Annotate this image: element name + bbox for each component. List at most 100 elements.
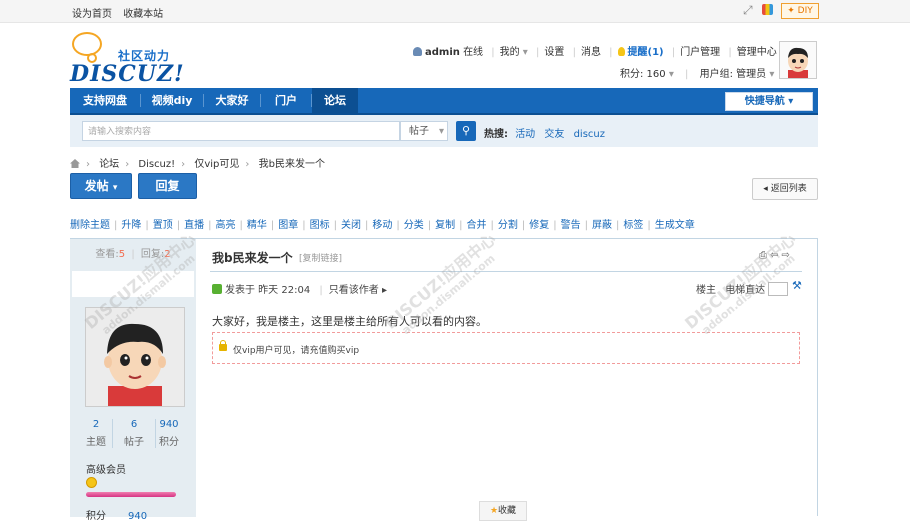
user-points[interactable]: 积分: 160 xyxy=(620,69,666,80)
copy-link-button[interactable]: [复制链接] xyxy=(299,251,342,264)
title-tools: ⎙⇦⇨ xyxy=(759,250,793,261)
portal-admin-link[interactable]: 门户管理 xyxy=(680,47,720,58)
mod-action[interactable]: 关闭 xyxy=(341,220,361,231)
chevron-down-icon: ▾ xyxy=(439,126,445,137)
floor-jump-input[interactable] xyxy=(768,282,789,296)
author-name-box xyxy=(72,271,194,297)
mod-action[interactable]: 标签 xyxy=(623,220,643,231)
hot-searches: 热搜: 活动 交友 discuz xyxy=(484,125,611,140)
prev-thread-icon[interactable]: ⇦ xyxy=(770,250,781,261)
diy-button[interactable]: ✦ DIY xyxy=(781,3,819,19)
wrench-icon[interactable]: ⚒ xyxy=(792,279,802,292)
mod-action[interactable]: 屏蔽 xyxy=(592,220,612,231)
search-button[interactable]: ⚲ xyxy=(456,121,476,141)
style-switch-icon[interactable] xyxy=(762,4,773,15)
separator: | xyxy=(616,220,620,231)
separator: | xyxy=(270,220,275,231)
mod-action[interactable]: 直播 xyxy=(184,220,204,231)
mod-action[interactable]: 生成文章 xyxy=(655,220,695,231)
only-author-link[interactable]: 只看该作者 xyxy=(329,285,379,296)
author-avatar[interactable] xyxy=(85,307,185,407)
views-label: 查看: xyxy=(95,249,119,260)
diy-label: DIY xyxy=(797,6,813,16)
nav-item-cloud[interactable]: 支持网盘 xyxy=(70,88,140,113)
user-links: admin 在线 | 我的 ▾ | 设置 | 消息 | 提醒(1) | 门户管理 | 管理中… xyxy=(413,43,813,58)
messages-link[interactable]: 消息 xyxy=(581,47,601,58)
nav-item-portal[interactable]: 门户 xyxy=(261,88,311,113)
mod-action[interactable]: 分类 xyxy=(404,220,424,231)
mod-action[interactable]: 图章 xyxy=(278,220,298,231)
set-home-link[interactable]: 设为首页 xyxy=(72,9,112,20)
stat-threads[interactable]: 2 主题 xyxy=(75,419,117,448)
floor-label: 楼主 xyxy=(696,285,716,296)
breadcrumb-item[interactable]: 我b民来发一个 xyxy=(259,159,325,170)
mod-action[interactable]: 分割 xyxy=(498,220,518,231)
hot-keyword[interactable]: 交友 xyxy=(544,129,564,140)
back-to-list-button[interactable]: ◂ 返回列表 xyxy=(752,178,818,200)
user-icon xyxy=(413,47,422,56)
post-meta: 发表于 昨天 22:04 | 只看该作者 ▸ xyxy=(212,281,387,296)
mod-action[interactable]: 升降 xyxy=(121,220,141,231)
search-type-label: 帖子 xyxy=(409,126,429,137)
breadcrumb-item[interactable]: Discuz! xyxy=(138,159,175,170)
stat-value: 2 xyxy=(92,419,100,430)
fullscreen-icon[interactable]: ⤢ xyxy=(743,4,755,16)
floor-info: 楼主 电梯直达 xyxy=(696,281,789,296)
nav-item-forum[interactable]: 论坛 xyxy=(312,88,358,113)
author-points: 积分 940 xyxy=(86,507,147,522)
user-info-line: 积分: 160 ▾ | 用户组: 管理员 ▾ xyxy=(620,69,775,80)
stat-points[interactable]: 940 积分 xyxy=(148,419,190,448)
level-progress-bar xyxy=(86,492,176,497)
logo-bubble-icon xyxy=(72,32,102,56)
mod-action[interactable]: 图标 xyxy=(310,220,330,231)
new-post-button[interactable]: 发帖 ▾ xyxy=(70,173,132,199)
next-thread-icon[interactable]: ⇨ xyxy=(781,250,792,261)
home-icon[interactable] xyxy=(70,159,80,168)
breadcrumb-item[interactable]: 论坛 xyxy=(99,159,119,170)
stat-label: 积分 xyxy=(159,437,179,448)
breadcrumb: › 论坛 › Discuz! › 仅vip可见 › 我b民来发一个 xyxy=(70,155,325,170)
vip-locked-box: 仅vip用户可见，请充值购买vip xyxy=(212,332,800,364)
quick-nav-button[interactable]: 快捷导航 ▾ xyxy=(725,92,813,111)
separator: | xyxy=(114,220,118,231)
moderation-toolbar: 删除主题 | 升降 | 置顶 | 直播 | 高亮 | 精华 | 图章 | 图标 | 关闭 | 移动 | 分类 | 复制 | 合并… xyxy=(70,216,695,231)
hot-keyword[interactable]: 活动 xyxy=(515,129,535,140)
mod-action[interactable]: 高亮 xyxy=(216,220,236,231)
separator: | xyxy=(145,220,149,231)
nav-item-video[interactable]: 视频diy xyxy=(141,88,203,113)
separator: | xyxy=(333,220,337,231)
my-menu[interactable]: 我的 xyxy=(500,47,520,58)
nav-item-hello[interactable]: 大家好 xyxy=(204,88,260,113)
mod-action[interactable]: 精华 xyxy=(247,220,267,231)
user-group[interactable]: 用户组: 管理员 xyxy=(700,69,767,80)
online-status[interactable]: 在线 xyxy=(463,47,483,58)
site-logo[interactable]: DISCUZ! xyxy=(70,61,185,87)
reply-button[interactable]: 回复 xyxy=(138,173,197,199)
hot-keyword[interactable]: discuz xyxy=(574,129,605,140)
settings-link[interactable]: 设置 xyxy=(544,47,564,58)
separator: | xyxy=(208,220,212,231)
mod-action[interactable]: 删除主题 xyxy=(70,220,110,231)
quick-nav-label: 快捷导航 xyxy=(744,96,785,107)
smile-icon xyxy=(86,477,97,488)
remind-link[interactable]: 提醒(1) xyxy=(628,47,664,58)
mod-action[interactable]: 警告 xyxy=(561,220,581,231)
separator: | xyxy=(459,220,463,231)
search-input[interactable]: 请输入搜索内容 xyxy=(82,121,400,141)
favorite-button[interactable]: ★收藏 xyxy=(479,501,527,521)
mod-action[interactable]: 移动 xyxy=(372,220,392,231)
admin-center-link[interactable]: 管理中心 xyxy=(737,47,777,58)
avatar[interactable] xyxy=(779,41,817,79)
mod-action[interactable]: 置顶 xyxy=(153,220,173,231)
mod-action[interactable]: 修复 xyxy=(529,220,549,231)
search-type-select[interactable]: 帖子 ▾ xyxy=(400,121,448,141)
member-level[interactable]: 高级会员 xyxy=(86,461,126,476)
breadcrumb-item[interactable]: 仅vip可见 xyxy=(194,159,239,170)
username[interactable]: admin xyxy=(425,47,460,58)
mod-action[interactable]: 复制 xyxy=(435,220,455,231)
mod-action[interactable]: 合并 xyxy=(467,220,487,231)
bookmark-link[interactable]: 收藏本站 xyxy=(123,9,163,20)
stat-value: 940 xyxy=(159,419,179,430)
separator: | xyxy=(584,220,588,231)
print-icon[interactable]: ⎙ xyxy=(759,250,770,261)
